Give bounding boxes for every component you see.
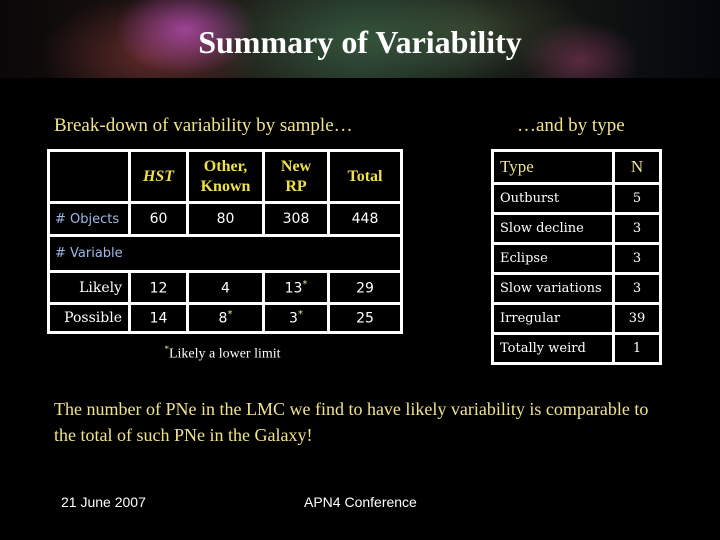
table-row: Slow variations 3 (491, 272, 662, 305)
row-label-likely: Likely (47, 270, 131, 305)
table-row: Totally weird 1 (491, 332, 662, 365)
type-count: 3 (612, 272, 662, 305)
type-name: Irregular (491, 302, 615, 335)
type-table-header-row: Type N (491, 149, 662, 185)
table-row: Outburst 5 (491, 182, 662, 215)
cell-possible-other: 8* (186, 302, 265, 334)
table-header-row: HST Other, Known New RP Total (47, 149, 403, 204)
cell-possible-total: 25 (327, 302, 403, 334)
header-newrp-line2: RP (285, 177, 307, 195)
type-breakdown-table: Type N Outburst 5 Slow decline 3 Eclipse… (491, 149, 662, 365)
header-total: Total (327, 149, 403, 204)
type-count: 5 (612, 182, 662, 215)
type-name: Eclipse (491, 242, 615, 275)
type-name: Slow decline (491, 212, 615, 245)
header-n: N (612, 149, 662, 185)
empty-header-cell (47, 149, 131, 204)
header-other-line2: Known (200, 177, 251, 195)
row-label-variable: # Variable (47, 234, 403, 273)
type-name: Slow variations (491, 272, 615, 305)
table-row-likely: Likely 12 4 13* 29 (47, 270, 403, 305)
type-heading: …and by type (517, 115, 625, 136)
type-count: 1 (612, 332, 662, 365)
header-hst: HST (128, 149, 189, 204)
table-row: Eclipse 3 (491, 242, 662, 275)
header-new-rp: New RP (262, 149, 330, 204)
header-other-known: Other, Known (186, 149, 265, 204)
footnote: *Likely a lower limit (0, 344, 445, 363)
cell-objects-total: 448 (327, 201, 403, 237)
table-row-possible: Possible 14 8* 3* 25 (47, 302, 403, 334)
sample-heading: Break-down of variability by sample… (54, 115, 353, 136)
cell-objects-newrp: 308 (262, 201, 330, 237)
cell-objects-other: 80 (186, 201, 265, 237)
type-name: Outburst (491, 182, 615, 215)
cell-likely-other: 4 (186, 270, 265, 305)
footer-date: 21 June 2007 (61, 494, 146, 510)
cell-likely-total: 29 (327, 270, 403, 305)
table-row: Irregular 39 (491, 302, 662, 335)
type-count: 3 (612, 212, 662, 245)
table-row-objects: # Objects 60 80 308 448 (47, 201, 403, 237)
header-newrp-line1: New (280, 157, 312, 175)
conclusion-text: The number of PNe in the LMC we find to … (54, 399, 649, 445)
cell-possible-hst: 14 (128, 302, 189, 334)
header-other-line1: Other, (203, 157, 248, 175)
row-label-possible: Possible (47, 302, 131, 334)
cell-objects-hst: 60 (128, 201, 189, 237)
type-name: Totally weird (491, 332, 615, 365)
type-count: 39 (612, 302, 662, 335)
table-row: Slow decline 3 (491, 212, 662, 245)
cell-likely-newrp: 13* (262, 270, 330, 305)
type-count: 3 (612, 242, 662, 275)
footnote-text: Likely a lower limit (168, 346, 281, 362)
header-type: Type (491, 149, 615, 185)
cell-likely-hst: 12 (128, 270, 189, 305)
footer-event: APN4 Conference (304, 494, 417, 510)
table-row-variable: # Variable (47, 234, 403, 273)
row-label-objects: # Objects (47, 201, 131, 237)
slide-title: Summary of Variability (198, 24, 522, 60)
sample-breakdown-table: HST Other, Known New RP Total # Objects … (47, 149, 403, 334)
cell-possible-newrp: 3* (262, 302, 330, 334)
